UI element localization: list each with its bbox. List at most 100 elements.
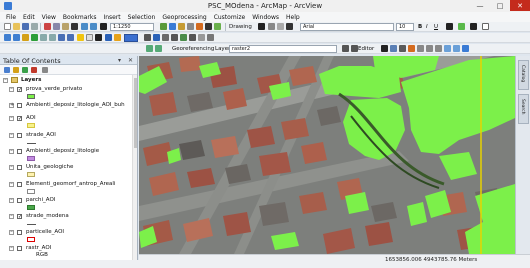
- shift-raster-icon[interactable]: [351, 45, 358, 52]
- list-by-selection-icon[interactable]: [31, 67, 37, 73]
- layer-expander-icon[interactable]: –: [9, 116, 14, 121]
- catalog-window-icon[interactable]: [178, 23, 185, 30]
- menu-insert[interactable]: Insert: [103, 14, 120, 21]
- layer-visibility-checkbox[interactable]: ✓: [17, 116, 22, 122]
- list-by-source-icon[interactable]: [13, 67, 19, 73]
- layer-expander-icon[interactable]: +: [9, 103, 14, 108]
- layer-visibility-checkbox[interactable]: [17, 103, 22, 108]
- zoom-in-icon[interactable]: [4, 34, 11, 41]
- layer-expander-icon[interactable]: –: [9, 214, 14, 219]
- identify-icon[interactable]: [105, 34, 112, 41]
- yellow-fill-symbol[interactable]: [27, 123, 35, 128]
- find-icon[interactable]: [153, 34, 160, 41]
- layer-visibility-checkbox[interactable]: [17, 198, 22, 203]
- toolbar-grip-icon[interactable]: [207, 34, 214, 41]
- menu-geoprocessing[interactable]: Geoprocessing: [162, 14, 206, 21]
- clear-selection-icon[interactable]: [86, 34, 93, 41]
- green-fill-symbol[interactable]: [27, 94, 35, 99]
- map-canvas[interactable]: [139, 56, 515, 254]
- minimize-button[interactable]: —: [470, 0, 490, 11]
- model-builder-icon[interactable]: [214, 23, 221, 30]
- arctoolbox-icon[interactable]: [196, 23, 203, 30]
- menu-view[interactable]: View: [42, 14, 56, 21]
- editor-menu[interactable]: Editor: [358, 46, 374, 52]
- cut-icon[interactable]: [44, 23, 51, 30]
- layout-zoom-icon[interactable]: [146, 45, 153, 52]
- add-data-icon[interactable]: [100, 23, 107, 30]
- layer-visibility-checkbox[interactable]: ✓: [17, 214, 22, 220]
- select-elements-icon[interactable]: [258, 23, 265, 30]
- map-scale-combo[interactable]: 1:1250: [110, 23, 154, 31]
- list-by-drawing-order-icon[interactable]: [4, 67, 10, 73]
- rectangle-icon[interactable]: [277, 23, 284, 30]
- layer-expander-icon[interactable]: –: [9, 230, 14, 235]
- menu-edit[interactable]: Edit: [23, 14, 35, 21]
- text-tool-icon[interactable]: [286, 23, 293, 30]
- python-window-icon[interactable]: [205, 23, 212, 30]
- save-icon[interactable]: [22, 23, 29, 30]
- layer-expander-icon[interactable]: –: [9, 87, 14, 92]
- toc-autohide-icon[interactable]: ▾: [118, 57, 121, 64]
- list-by-visibility-icon[interactable]: [22, 67, 28, 73]
- layers-collapse-icon[interactable]: –: [3, 78, 8, 83]
- font-color-icon[interactable]: [446, 23, 453, 30]
- swipe-layer-combo[interactable]: [124, 34, 138, 42]
- italic-button[interactable]: I: [426, 24, 428, 30]
- point-icon[interactable]: [417, 45, 424, 52]
- menu-windows[interactable]: Windows: [252, 14, 279, 21]
- search-dock-tab[interactable]: Search: [518, 94, 529, 124]
- line-symbol[interactable]: [27, 143, 36, 144]
- edit-tool-icon[interactable]: [381, 45, 388, 52]
- layout-pan-icon[interactable]: [155, 45, 162, 52]
- full-extent-icon[interactable]: [31, 34, 38, 41]
- map-view[interactable]: [139, 56, 515, 254]
- close-button[interactable]: ✕: [510, 0, 530, 11]
- layer-visibility-checkbox[interactable]: [17, 149, 22, 154]
- layer-expander-icon[interactable]: –: [9, 165, 14, 170]
- layer-visibility-checkbox[interactable]: [17, 182, 22, 187]
- green-area[interactable]: [345, 192, 369, 214]
- new-document-icon[interactable]: [4, 23, 11, 30]
- zoom-out-icon[interactable]: [13, 34, 20, 41]
- menu-file[interactable]: File: [6, 14, 16, 21]
- create-features-icon[interactable]: [462, 45, 469, 52]
- trace-icon[interactable]: [408, 45, 415, 52]
- purple-fill-symbol[interactable]: [27, 156, 35, 161]
- rotate-icon[interactable]: [268, 23, 275, 30]
- fixed-zoom-out-icon[interactable]: [49, 34, 56, 41]
- rotate-tool-icon[interactable]: [435, 45, 442, 52]
- layer-visibility-checkbox[interactable]: [17, 133, 22, 138]
- measure-icon[interactable]: [144, 34, 151, 41]
- white-fill-symbol[interactable]: [27, 189, 35, 194]
- toc-scroll-thumb[interactable]: [134, 78, 137, 148]
- marker-color-icon[interactable]: [482, 23, 489, 30]
- copy-icon[interactable]: [53, 23, 60, 30]
- bold-button[interactable]: B: [418, 24, 422, 30]
- paste-icon[interactable]: [62, 23, 69, 30]
- search-window-icon[interactable]: [187, 23, 194, 30]
- catalog-dock-tab[interactable]: Catalog: [518, 60, 529, 90]
- layers-root[interactable]: – Layers: [0, 76, 137, 85]
- road-line-symbol[interactable]: [27, 224, 36, 225]
- underline-button[interactable]: U: [434, 24, 438, 30]
- menu-bookmarks[interactable]: Bookmarks: [63, 14, 97, 21]
- rotate-raster-icon[interactable]: [342, 45, 349, 52]
- editor-toolbar-icon[interactable]: [160, 23, 167, 30]
- print-icon[interactable]: [31, 23, 38, 30]
- fixed-zoom-in-icon[interactable]: [40, 34, 47, 41]
- beige-fill-symbol[interactable]: [27, 172, 35, 177]
- menu-customize[interactable]: Customize: [214, 14, 246, 21]
- font-combo[interactable]: Arial: [300, 23, 394, 31]
- previous-extent-icon[interactable]: [58, 34, 65, 41]
- attributes-icon[interactable]: [444, 45, 451, 52]
- hyperlink-icon[interactable]: [114, 34, 121, 41]
- maximize-button[interactable]: □: [490, 0, 510, 11]
- time-slider-icon[interactable]: [171, 34, 178, 41]
- menu-help[interactable]: Help: [286, 14, 300, 21]
- red-outline-symbol[interactable]: [27, 237, 35, 242]
- dark-green-fill-symbol[interactable]: [27, 205, 35, 210]
- next-extent-icon[interactable]: [67, 34, 74, 41]
- undo-icon[interactable]: [81, 23, 88, 30]
- font-size-combo[interactable]: 10: [396, 23, 414, 31]
- toc-close-icon[interactable]: ✕: [128, 57, 133, 64]
